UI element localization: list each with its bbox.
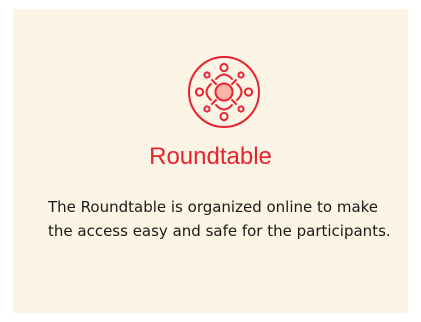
roundtable-people-icon xyxy=(187,55,261,129)
card-description: The Roundtable is organized online to ma… xyxy=(48,198,391,240)
card-title: Roundtable xyxy=(149,143,272,170)
roundtable-card: Roundtable The Roundtable is organized o… xyxy=(13,9,408,313)
